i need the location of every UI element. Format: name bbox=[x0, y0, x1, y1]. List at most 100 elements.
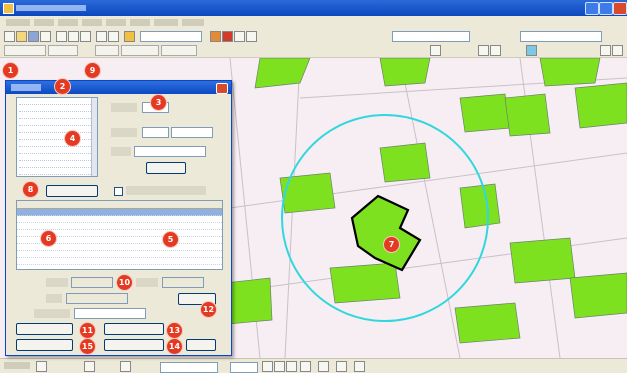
list-item[interactable] bbox=[19, 175, 95, 176]
dialog-button-exit[interactable] bbox=[186, 339, 216, 351]
underline-icon[interactable] bbox=[286, 361, 297, 372]
list-item[interactable] bbox=[19, 154, 95, 161]
grid-header bbox=[17, 201, 222, 209]
table-row[interactable] bbox=[17, 223, 222, 230]
dialog-title bbox=[11, 84, 41, 91]
table-row[interactable] bbox=[17, 216, 222, 223]
font-color-icon[interactable] bbox=[300, 361, 311, 372]
list-item[interactable] bbox=[19, 161, 95, 168]
dialog-button-14[interactable] bbox=[104, 339, 164, 351]
text-icon[interactable] bbox=[120, 361, 131, 372]
parcel bbox=[539, 58, 601, 87]
field-label bbox=[111, 128, 137, 137]
menu-view[interactable] bbox=[58, 19, 78, 26]
toolbar2-button-4[interactable] bbox=[121, 45, 159, 56]
dialog-button-13[interactable] bbox=[104, 323, 164, 335]
dialog-button-15[interactable] bbox=[16, 339, 73, 351]
parcel bbox=[574, 82, 627, 129]
font-size-combo[interactable] bbox=[230, 362, 258, 373]
list-item[interactable] bbox=[19, 147, 95, 154]
identify-icon[interactable] bbox=[600, 45, 611, 56]
line-color-icon[interactable] bbox=[336, 361, 347, 372]
callout-marker-8: 8 bbox=[22, 181, 39, 198]
help-icon[interactable] bbox=[246, 31, 257, 42]
map-scale-combo[interactable] bbox=[140, 31, 202, 42]
callout-marker-9: 9 bbox=[84, 62, 101, 79]
new-file-icon[interactable] bbox=[4, 31, 15, 42]
select-elements-icon[interactable] bbox=[36, 361, 47, 372]
open-icon[interactable] bbox=[16, 31, 27, 42]
minimize-icon[interactable] bbox=[585, 2, 599, 15]
save-icon[interactable] bbox=[28, 31, 39, 42]
drawing-menu[interactable] bbox=[4, 362, 30, 369]
search-button[interactable] bbox=[146, 162, 186, 174]
maximize-icon[interactable] bbox=[599, 2, 613, 15]
close-icon[interactable] bbox=[613, 2, 627, 15]
dialog-button-11[interactable] bbox=[16, 323, 73, 335]
menu-help[interactable] bbox=[182, 19, 204, 26]
toolbar2-button-1[interactable] bbox=[4, 45, 46, 56]
marker-color-icon[interactable] bbox=[354, 361, 365, 372]
list-item[interactable] bbox=[19, 98, 95, 105]
list-item[interactable] bbox=[19, 168, 95, 175]
dialog-button-8[interactable] bbox=[46, 185, 98, 197]
district-listbox[interactable] bbox=[16, 97, 98, 177]
copy-icon[interactable] bbox=[68, 31, 79, 42]
search-field-4[interactable] bbox=[134, 146, 206, 157]
listbox-scrollbar[interactable] bbox=[91, 98, 97, 176]
search-field-3[interactable] bbox=[171, 127, 213, 138]
add-data-icon[interactable] bbox=[124, 31, 135, 42]
list-item[interactable] bbox=[19, 112, 95, 119]
list-item[interactable] bbox=[19, 119, 95, 126]
full-extent-icon[interactable] bbox=[526, 45, 537, 56]
italic-icon[interactable] bbox=[274, 361, 285, 372]
zoom-out-icon[interactable] bbox=[490, 45, 501, 56]
window-title bbox=[16, 5, 86, 11]
option-checkbox[interactable] bbox=[114, 187, 123, 196]
layer-icon[interactable] bbox=[222, 31, 233, 42]
menu-tools[interactable] bbox=[130, 19, 150, 26]
select-features-icon[interactable] bbox=[612, 45, 623, 56]
menu-selection[interactable] bbox=[106, 19, 126, 26]
zoom-in-icon[interactable] bbox=[478, 45, 489, 56]
readonly-field-2 bbox=[162, 277, 204, 288]
target-layer-combo[interactable] bbox=[520, 31, 602, 42]
pan-icon[interactable] bbox=[430, 45, 441, 56]
list-item[interactable] bbox=[19, 133, 95, 140]
bold-icon[interactable] bbox=[262, 361, 273, 372]
paste-icon[interactable] bbox=[80, 31, 91, 42]
search-field-2[interactable] bbox=[142, 127, 169, 138]
application-window: 1 9 2 3 4 8 6 5 10 12 11 13 15 14 7 bbox=[0, 0, 627, 373]
parcel bbox=[459, 93, 511, 133]
list-item[interactable] bbox=[19, 140, 95, 147]
editor-icon[interactable] bbox=[210, 31, 221, 42]
dialog-close-icon[interactable] bbox=[216, 83, 228, 94]
print-icon[interactable] bbox=[40, 31, 51, 42]
parcel bbox=[224, 277, 273, 325]
callout-marker-3: 3 bbox=[150, 94, 167, 111]
toolbar2-button-5[interactable] bbox=[161, 45, 197, 56]
font-name-combo[interactable] bbox=[160, 362, 218, 373]
editable-field[interactable] bbox=[74, 308, 146, 319]
menu-insert[interactable] bbox=[82, 19, 102, 26]
list-item[interactable] bbox=[19, 126, 95, 133]
table-row[interactable] bbox=[17, 258, 222, 265]
undo-icon[interactable] bbox=[96, 31, 107, 42]
table-row[interactable] bbox=[17, 209, 222, 216]
editor-task-combo[interactable] bbox=[392, 31, 470, 42]
callout-marker-7: 7 bbox=[383, 236, 400, 253]
toolbar2-button-3[interactable] bbox=[95, 45, 119, 56]
table-icon[interactable] bbox=[234, 31, 245, 42]
callout-marker-10: 10 bbox=[116, 274, 133, 291]
list-item[interactable] bbox=[19, 105, 95, 112]
cut-icon[interactable] bbox=[56, 31, 67, 42]
redo-icon[interactable] bbox=[108, 31, 119, 42]
menu-window[interactable] bbox=[154, 19, 178, 26]
table-row[interactable] bbox=[17, 251, 222, 258]
toolbar2-button-2[interactable] bbox=[48, 45, 78, 56]
menu-edit[interactable] bbox=[34, 19, 54, 26]
rectangle-icon[interactable] bbox=[84, 361, 95, 372]
app-icon bbox=[3, 3, 14, 14]
menu-file[interactable] bbox=[6, 19, 30, 26]
fill-color-icon[interactable] bbox=[318, 361, 329, 372]
